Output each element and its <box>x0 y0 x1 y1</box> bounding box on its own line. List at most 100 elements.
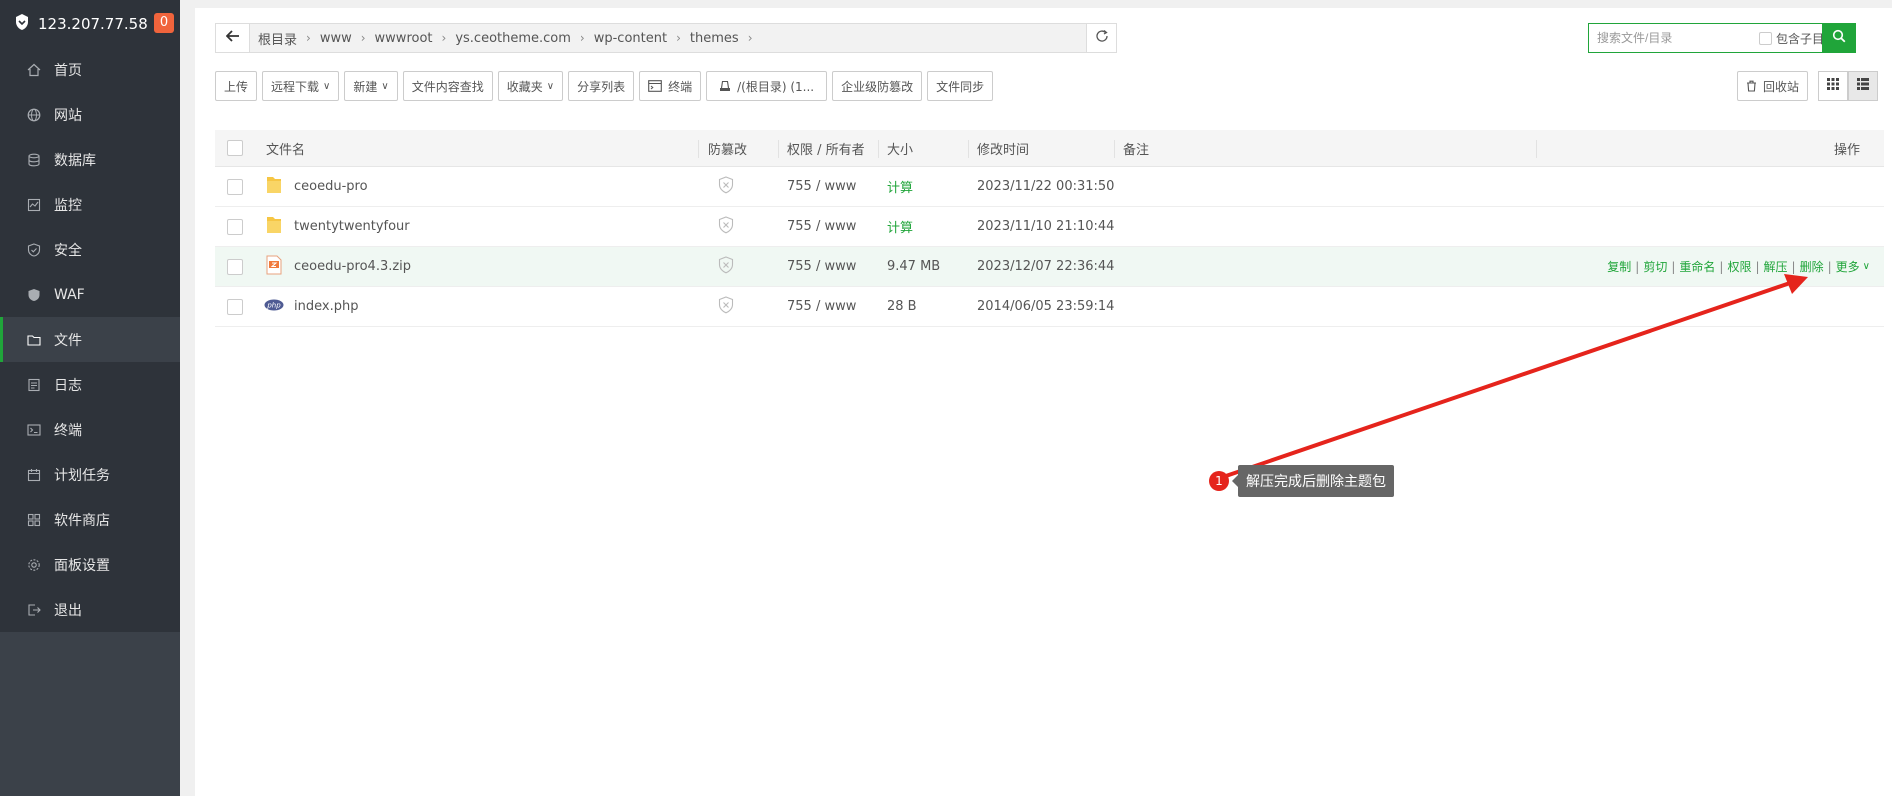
terminal-icon <box>648 80 662 92</box>
column-header-name[interactable]: 文件名 <box>266 130 305 166</box>
content-search-button[interactable]: 文件内容查找 <box>402 71 493 101</box>
column-header-size[interactable]: 大小 <box>887 130 913 166</box>
search-icon <box>1832 29 1846 47</box>
breadcrumb-item-site[interactable]: ys.ceotheme.com <box>455 31 571 46</box>
breadcrumb: 根目录 › www › wwwroot › ys.ceotheme.com › wp-c… <box>250 24 1086 52</box>
sidebar-item-logout[interactable]: 退出 <box>0 587 180 632</box>
chevron-right-icon: › <box>306 31 311 45</box>
file-size-calc[interactable]: 计算 <box>887 167 913 206</box>
row-checkbox[interactable] <box>227 218 243 235</box>
disk-button[interactable]: /(根目录) (1... <box>706 71 828 101</box>
file-name[interactable]: index.php <box>294 287 358 326</box>
recycle-bin-button[interactable]: 回收站 <box>1737 71 1809 101</box>
content-search-label: 文件内容查找 <box>411 79 484 94</box>
search-button[interactable] <box>1822 23 1856 53</box>
grid-view-button[interactable] <box>1818 71 1848 101</box>
shield-icon[interactable] <box>718 255 734 278</box>
row-checkbox[interactable] <box>227 258 243 275</box>
annotation-callout: 解压完成后删除主题包 <box>1232 465 1394 497</box>
sidebar-item-database[interactable]: 数据库 <box>0 137 180 182</box>
table-row[interactable]: ceoedu-pro 755 / www 计算 2023/11/22 00:31… <box>215 167 1884 207</box>
share-list-button[interactable]: 分享列表 <box>568 71 635 101</box>
favorites-label: 收藏夹 <box>506 79 543 94</box>
calendar-icon <box>26 467 42 483</box>
file-permission[interactable]: 755 / www <box>787 167 856 206</box>
sidebar-item-logs[interactable]: 日志 <box>0 362 180 407</box>
waf-icon <box>26 287 42 303</box>
permission-link[interactable]: 权限 <box>1727 258 1751 275</box>
terminal-label: 终端 <box>668 79 693 94</box>
sidebar-item-settings[interactable]: 面板设置 <box>0 542 180 587</box>
sidebar-item-terminal[interactable]: 终端 <box>0 407 180 452</box>
sidebar-item-store[interactable]: 软件商店 <box>0 497 180 542</box>
grid-icon <box>1827 78 1839 94</box>
divider: | <box>1719 259 1724 274</box>
select-all-checkbox[interactable] <box>227 140 243 156</box>
remote-download-button[interactable]: 远程下载 ∨ <box>262 71 340 101</box>
breadcrumb-item-www[interactable]: www <box>320 31 352 46</box>
table-row[interactable]: ceoedu-pro4.3.zip 755 / www 9.47 MB 2023… <box>215 247 1884 287</box>
chevron-down-icon: ∨ <box>546 80 555 92</box>
rename-link[interactable]: 重命名 <box>1679 258 1715 275</box>
shield-icon[interactable] <box>718 175 734 198</box>
file-name[interactable]: ceoedu-pro4.3.zip <box>294 247 411 286</box>
include-subdir-checkbox[interactable] <box>1759 31 1772 45</box>
row-checkbox[interactable] <box>227 178 243 195</box>
copy-link[interactable]: 复制 <box>1607 258 1631 275</box>
trash-icon <box>1746 80 1757 92</box>
file-permission[interactable]: 755 / www <box>787 287 856 326</box>
sidebar-item-monitor[interactable]: 监控 <box>0 182 180 227</box>
shield-icon[interactable] <box>718 295 734 318</box>
sidebar-item-label: 面板设置 <box>54 557 110 574</box>
file-size-calc[interactable]: 计算 <box>887 207 913 246</box>
list-view-button[interactable] <box>1848 71 1878 101</box>
chevron-right-icon: › <box>579 31 585 45</box>
search-input[interactable] <box>1589 31 1759 45</box>
sidebar-item-website[interactable]: 网站 <box>0 92 180 137</box>
sidebar-item-files[interactable]: 文件 <box>0 317 180 362</box>
chevron-down-icon: ∨ <box>323 80 331 92</box>
divider: | <box>1791 259 1796 274</box>
breadcrumb-item-themes[interactable]: themes <box>690 31 739 46</box>
new-label: 新建 <box>353 79 378 94</box>
table-row[interactable]: twentytwentyfour 755 / www 计算 2023/11/10… <box>215 207 1884 247</box>
breadcrumb-item-wwwroot[interactable]: wwwroot <box>375 31 433 46</box>
delete-link[interactable]: 删除 <box>1800 258 1824 275</box>
file-manager-panel: 根目录 › www › wwwroot › ys.ceotheme.com › wp-c… <box>195 8 1892 796</box>
row-checkbox[interactable] <box>227 298 243 315</box>
terminal-button[interactable]: 终端 <box>639 71 702 101</box>
file-sync-button[interactable]: 文件同步 <box>927 71 994 101</box>
sidebar-item-home[interactable]: 首页 <box>0 47 180 92</box>
sidebar-item-cron[interactable]: 计划任务 <box>0 452 180 497</box>
shield-icon[interactable] <box>718 215 734 238</box>
notification-badge[interactable]: 0 <box>154 13 174 33</box>
file-mtime: 2014/06/05 23:59:14 <box>977 299 1115 314</box>
breadcrumb-item-wp-content[interactable]: wp-content <box>594 31 667 46</box>
recycle-bin-label: 回收站 <box>1763 79 1800 94</box>
new-button[interactable]: 新建 ∨ <box>344 71 398 101</box>
file-permission[interactable]: 755 / www <box>787 247 856 286</box>
breadcrumb-item-root[interactable]: 根目录 <box>258 29 297 48</box>
file-size: 9.47 MB <box>887 259 941 274</box>
unzip-link[interactable]: 解压 <box>1764 258 1788 275</box>
file-name[interactable]: ceoedu-pro <box>294 167 368 206</box>
upload-button[interactable]: 上传 <box>215 71 258 101</box>
divider: | <box>1827 259 1832 274</box>
monitor-icon <box>26 197 42 213</box>
back-button[interactable] <box>216 24 250 52</box>
more-link[interactable]: 更多 <box>1836 258 1860 275</box>
column-header-mtime[interactable]: 修改时间 <box>977 130 1029 166</box>
sidebar-item-security[interactable]: 安全 <box>0 227 180 272</box>
tamper-proof-button[interactable]: 企业级防篡改 <box>832 71 923 101</box>
disk-label: /(根目录) (1... <box>737 79 815 94</box>
table-row[interactable]: php index.php 755 / www 28 B 2014/06/05 … <box>215 287 1884 327</box>
column-header-permission[interactable]: 权限 / 所有者 <box>787 130 865 166</box>
file-permission[interactable]: 755 / www <box>787 207 856 246</box>
apps-icon <box>26 512 42 528</box>
favorites-button[interactable]: 收藏夹 ∨ <box>497 71 564 101</box>
file-name[interactable]: twentytwentyfour <box>294 207 410 246</box>
sidebar-item-label: WAF <box>54 286 85 303</box>
cut-link[interactable]: 剪切 <box>1643 258 1667 275</box>
refresh-button[interactable] <box>1086 24 1116 52</box>
sidebar-item-waf[interactable]: WAF <box>0 272 180 317</box>
